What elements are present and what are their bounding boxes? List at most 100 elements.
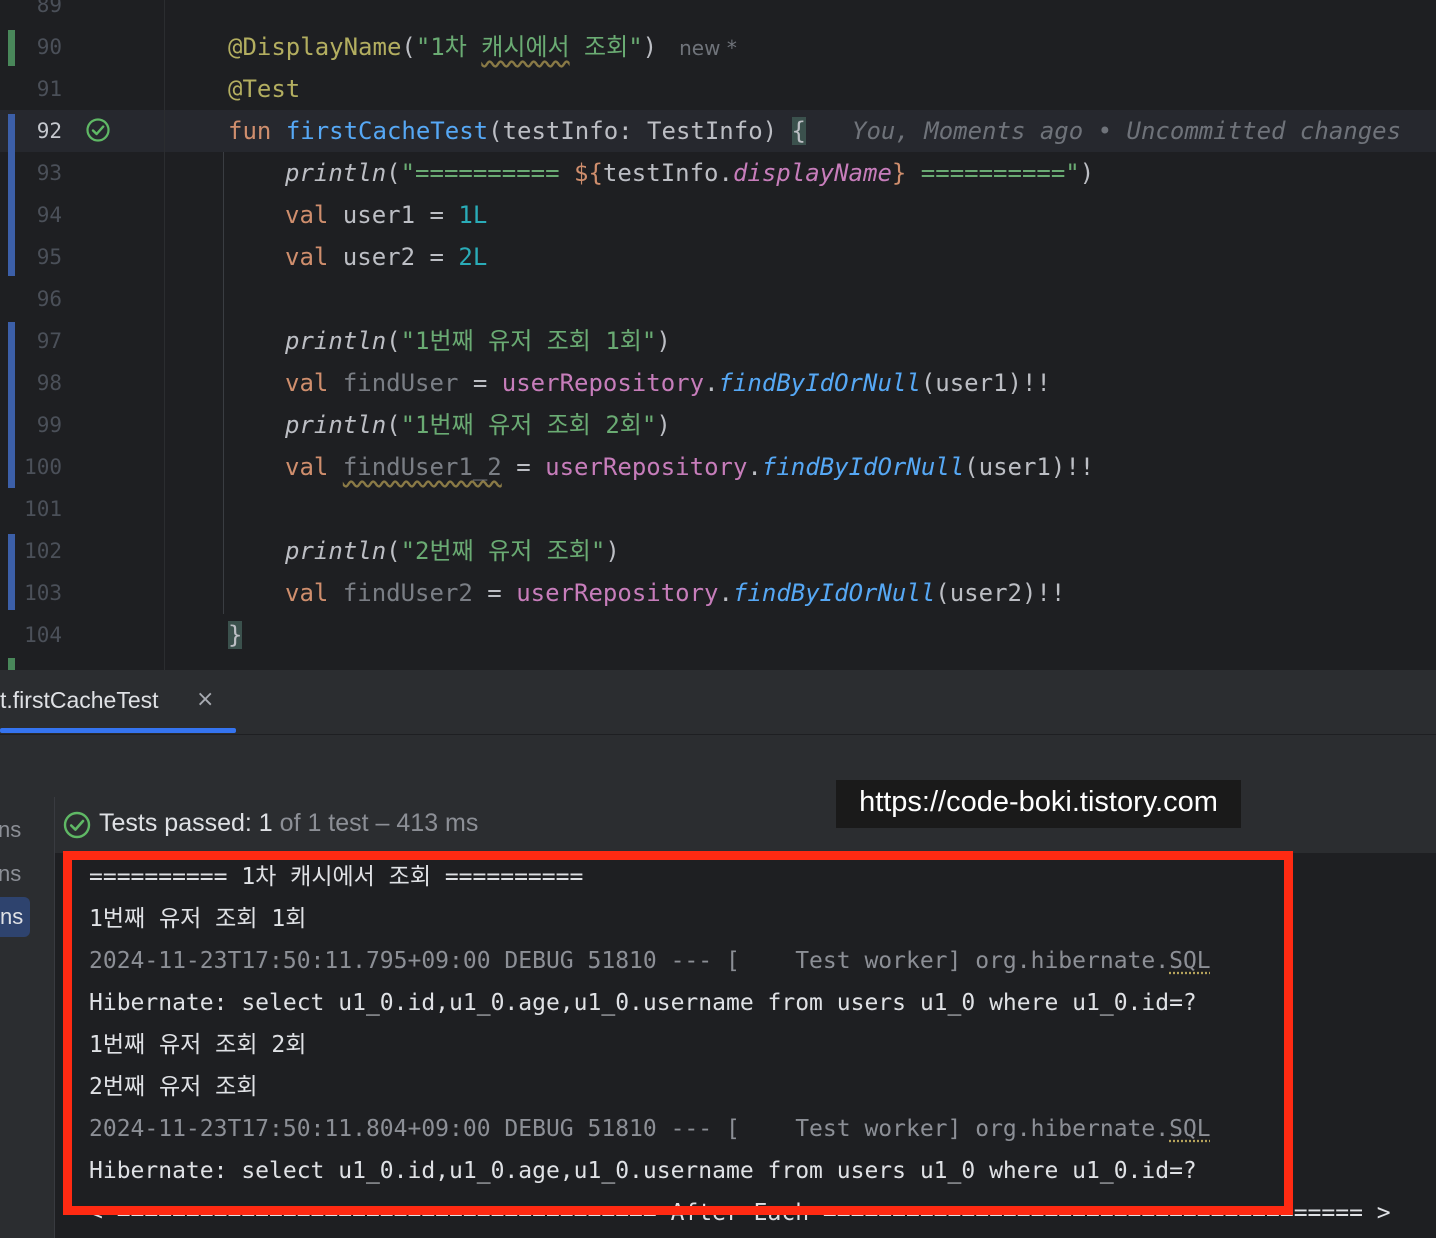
arguments: (user1)!! — [920, 369, 1051, 397]
template-brace: ${ — [574, 159, 603, 187]
line-number[interactable]: 99 — [0, 404, 62, 446]
code-line[interactable]: 92 fun firstCacheTest(testInfo: TestInfo… — [0, 110, 1436, 156]
code-line[interactable]: 101 — [0, 488, 1436, 530]
line-number[interactable]: 96 — [0, 278, 62, 320]
function-call: println — [285, 411, 387, 439]
keyword: val — [285, 243, 329, 271]
function-call: println — [285, 327, 387, 355]
code-text: fun firstCacheTest(testInfo: TestInfo) {… — [228, 110, 1401, 152]
line-number[interactable]: 101 — [0, 488, 62, 530]
code-line[interactable]: 104 } — [0, 614, 1436, 656]
number-literal: 2L — [458, 243, 488, 271]
close-icon[interactable]: × — [196, 687, 214, 712]
line-number[interactable]: 94 — [0, 194, 62, 236]
paren: ) — [656, 327, 671, 355]
line-number[interactable]: 103 — [0, 572, 62, 614]
check-circle-icon — [63, 811, 91, 839]
test-tree-item[interactable]: ns — [0, 817, 21, 843]
test-tree[interactable]: ns ns ns — [0, 797, 55, 1238]
keyword: val — [285, 201, 329, 229]
parameters: (testInfo: TestInfo) — [488, 117, 792, 145]
code-line[interactable]: 102 println("2번째 유저 조회") — [0, 530, 1436, 610]
extension-function: findByIdOrNull — [718, 369, 921, 397]
code-line[interactable]: 89 — [0, 0, 1436, 26]
run-tab[interactable]: t.firstCacheTest — [0, 687, 159, 714]
keyword: val — [285, 369, 329, 397]
test-summary: of 1 test – 413 ms — [272, 809, 479, 837]
extension-function: findByIdOrNull — [761, 453, 965, 481]
code-line[interactable]: 98 val findUser = userRepository.findByI… — [0, 362, 1436, 404]
code-line[interactable]: 95 val user2 = 2L — [0, 236, 1436, 278]
code-text: val user2 = 2L — [285, 236, 487, 278]
operator: = — [501, 453, 546, 481]
operator: = — [472, 579, 517, 607]
code-editor[interactable]: 89 90 @DisplayName("1차 캐시에서 조회") new * 91… — [0, 0, 1436, 670]
operator: = — [458, 369, 502, 397]
string-literal: ==========" — [906, 159, 1080, 187]
paren: ( — [386, 537, 401, 565]
code-text: val findUser = userRepository.findByIdOr… — [285, 362, 1051, 404]
line-number[interactable]: 100 — [0, 446, 62, 488]
code-text: } — [228, 614, 243, 656]
paren: ( — [386, 411, 401, 439]
line-number[interactable]: 93 — [0, 152, 62, 194]
code-line[interactable]: 99 println("1번째 유저 조회 2회") — [0, 404, 1436, 446]
line-number[interactable]: 95 — [0, 236, 62, 278]
code-line[interactable]: 100 val findUser1_2 = userRepository.fin… — [0, 446, 1436, 488]
test-passed-run-icon[interactable] — [86, 118, 110, 142]
code-line[interactable]: 94 val user1 = 1L — [0, 194, 1436, 236]
line-number[interactable]: 89 — [0, 0, 62, 26]
line-number[interactable]: 90 — [0, 26, 62, 68]
arguments: (user1)!! — [964, 453, 1095, 481]
code-text: val findUser1_2 = userRepository.findByI… — [285, 446, 1094, 488]
keyword: fun — [228, 117, 272, 145]
code-line[interactable]: 103 val findUser2 = userRepository.findB… — [0, 572, 1436, 614]
code-line[interactable]: 91 @Test — [0, 68, 1436, 110]
test-tree-item[interactable]: ns — [0, 861, 21, 887]
test-status-text: Tests passed: 1 of 1 test – 413 ms — [99, 809, 478, 838]
line-number[interactable]: 91 — [0, 68, 62, 110]
code-text: println("========== ${testInfo.displayNa… — [285, 152, 1094, 194]
string-literal: "1번째 유저 조회 2회" — [400, 411, 657, 439]
unused-variable: findUser1_2 — [342, 453, 502, 481]
code-text: val user1 = 1L — [285, 194, 487, 236]
property: displayName — [732, 159, 892, 187]
dot: . — [718, 579, 733, 607]
typo-string: 캐시에서 — [481, 33, 570, 61]
paren: ( — [386, 327, 401, 355]
identifier: testInfo. — [602, 159, 733, 187]
line-number[interactable]: 98 — [0, 362, 62, 404]
keyword: val — [285, 453, 329, 481]
identifier: user2 = — [328, 243, 459, 271]
paren: ) — [1079, 159, 1095, 187]
line-number[interactable]: 97 — [0, 320, 62, 362]
code-line[interactable]: 97 println("1번째 유저 조회 1회") — [0, 320, 1436, 488]
brace: } — [228, 621, 243, 649]
template-brace: } — [891, 159, 907, 187]
code-vision-hint[interactable]: new * — [679, 36, 737, 60]
line-number[interactable]: 92 — [0, 110, 62, 152]
paren: ( — [386, 159, 401, 187]
property: userRepository — [545, 453, 748, 481]
run-tab-bar: t.firstCacheTest × — [0, 670, 1436, 735]
vcs-change-marker[interactable] — [8, 658, 15, 670]
git-blame-hint[interactable]: You, Moments ago • Uncommitted changes — [852, 117, 1401, 145]
annotation: @Test — [228, 75, 301, 103]
line-number[interactable]: 104 — [0, 614, 62, 656]
code-line[interactable]: 90 @DisplayName("1차 캐시에서 조회") new * — [0, 26, 1436, 68]
test-tree-item-selected[interactable]: ns — [0, 897, 30, 937]
string-literal: 조회" — [569, 33, 643, 61]
number-literal: 1L — [458, 201, 488, 229]
string-literal: "1차 — [415, 33, 482, 61]
watermark: https://code-boki.tistory.com — [836, 780, 1241, 828]
string-literal: "2번째 유저 조회" — [400, 537, 606, 565]
code-line[interactable]: 96 — [0, 278, 1436, 320]
property: userRepository — [516, 579, 719, 607]
function-name: firstCacheTest — [285, 117, 489, 145]
line-number[interactable]: 102 — [0, 530, 62, 572]
code-text: val findUser2 = userRepository.findByIdO… — [285, 572, 1065, 614]
paren: ) — [605, 537, 620, 565]
dot: . — [747, 453, 762, 481]
paren: ) — [656, 411, 671, 439]
code-line[interactable]: 93 println("========== ${testInfo.displa… — [0, 152, 1436, 276]
